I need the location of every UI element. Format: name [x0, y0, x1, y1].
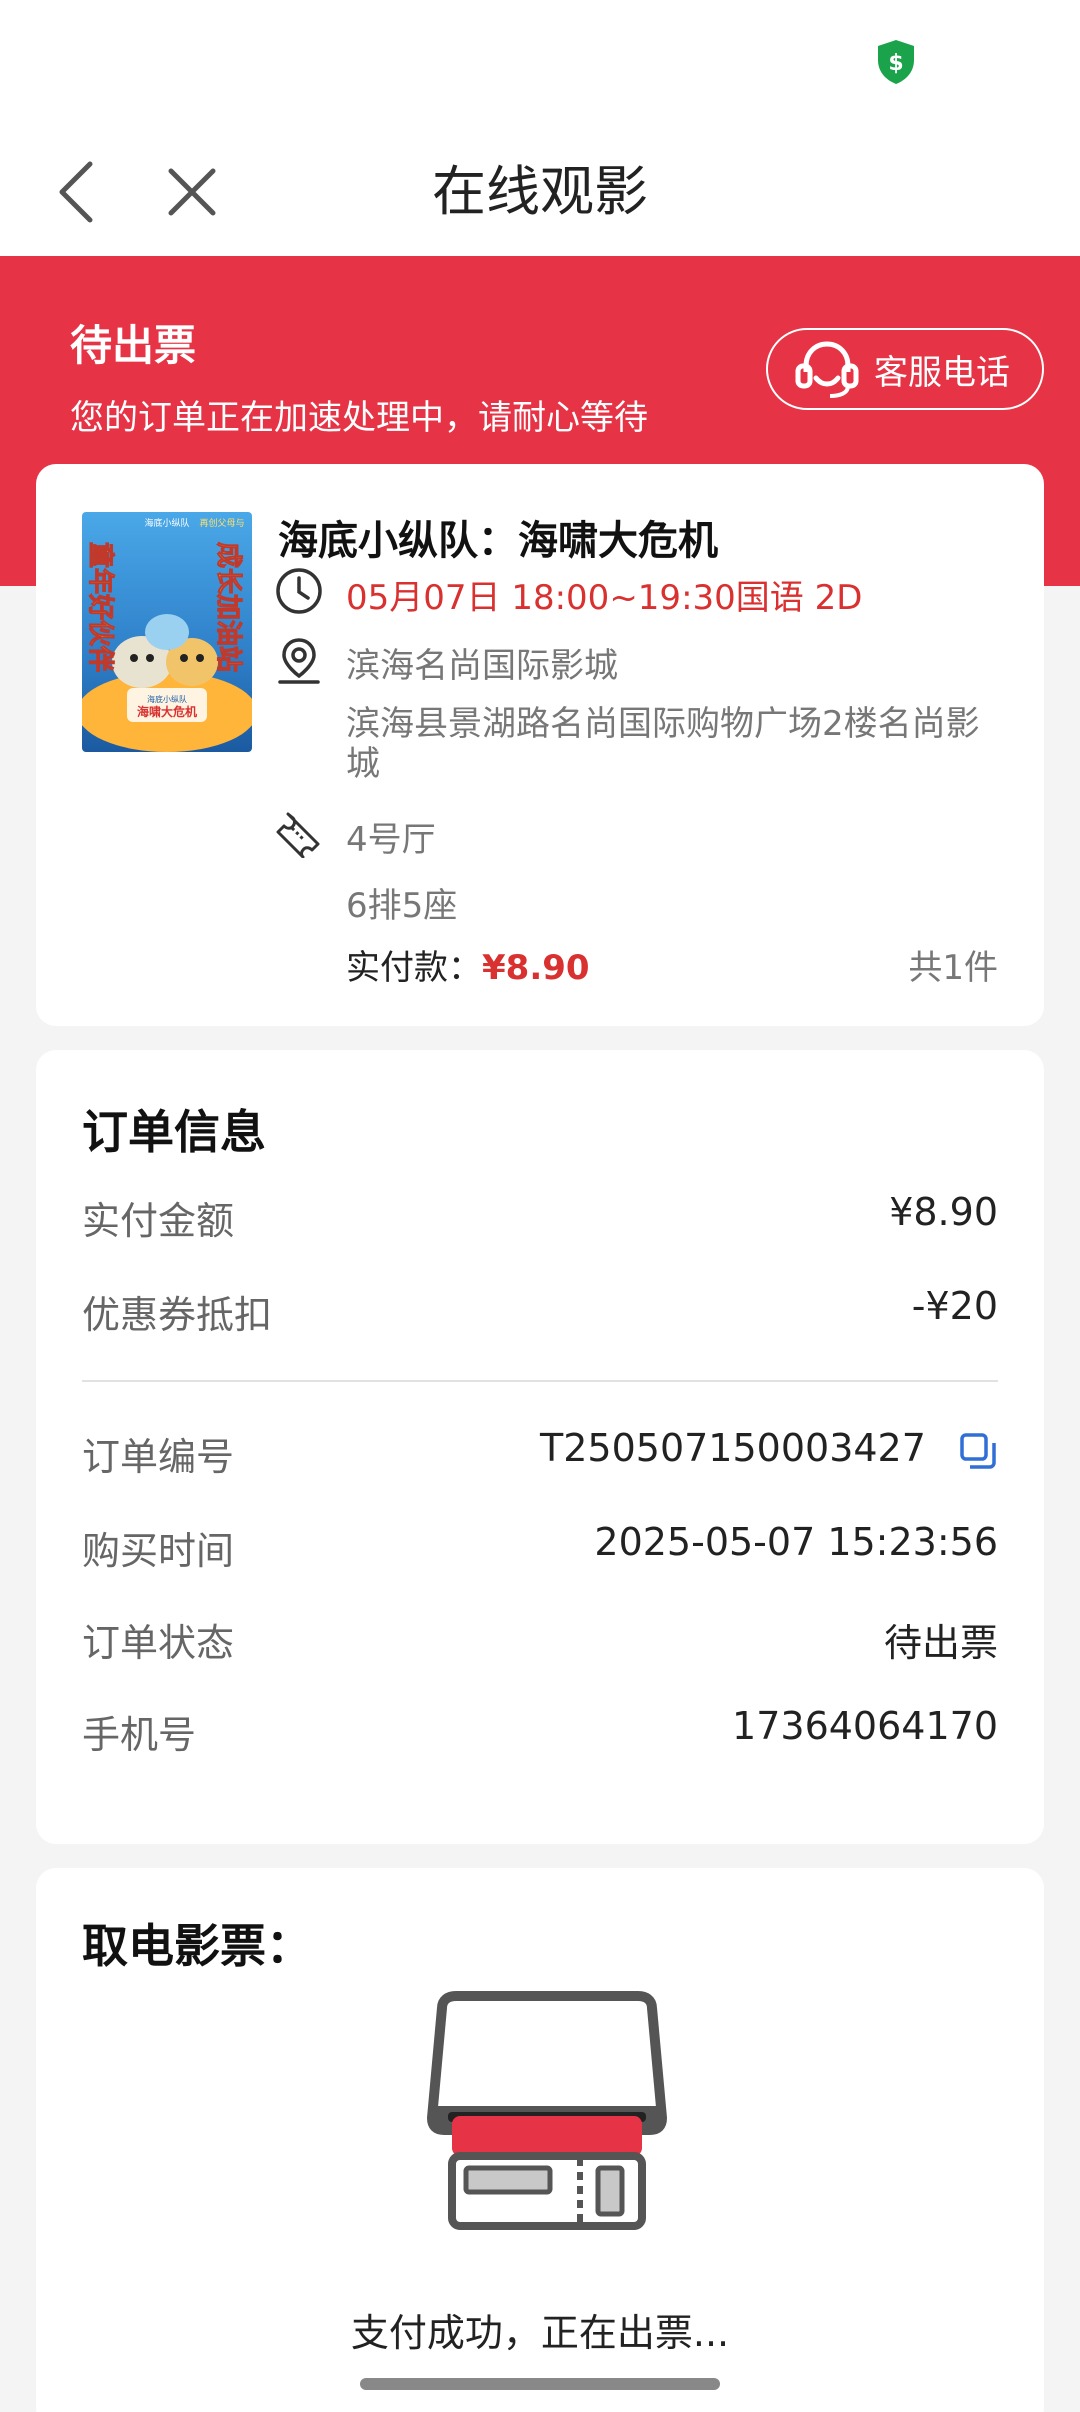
ticket-printer-icon [427, 1991, 667, 2230]
item-count: 共1件 [908, 948, 998, 988]
seat: 6排5座 [346, 886, 458, 926]
title-bar: 在线观影 [0, 128, 1080, 256]
order-status-message: 您的订单正在加速处理中，请耐心等待 [70, 398, 648, 438]
showtime: 05月07日 18:00~19:30国语 2D [346, 578, 863, 618]
customer-service-button[interactable]: 客服电话 [766, 328, 1044, 410]
purchase-time-value: 2025-05-07 15:23:56 [594, 1520, 998, 1564]
paid-amount: ¥8.90 [482, 948, 590, 988]
order-info-card: 订单信息 实付金额 ¥8.90 优惠券抵扣 -¥20 订单编号 T2505071… [36, 1050, 1044, 1844]
movie-card: 海底小纵队 再创父母与 成长加油站 童年好伙伴 海底小纵队 海啸大危机 海底小纵… [36, 464, 1044, 1026]
print-status-text: 支付成功，正在出票... [350, 2311, 730, 2355]
ticket-icon [276, 812, 320, 858]
shield-dollar-icon: $ [878, 40, 914, 84]
purchase-time-label: 购买时间 [82, 1529, 235, 1573]
phone-label: 手机号 [82, 1713, 197, 1757]
poster-title: 海啸大危机 [137, 704, 197, 719]
movie-title: 海底小纵队：海啸大危机 [278, 518, 718, 564]
phone-value: 17364064170 [732, 1704, 998, 1748]
poster-top-line-2: 再创父母与 [199, 517, 244, 529]
poster-top-line-1: 海底小纵队 [144, 517, 189, 529]
svg-text:$: $ [888, 51, 903, 76]
clock-icon [276, 568, 322, 614]
cinema-address: 滨海县景湖路名尚国际购物广场2楼名尚影城 [346, 704, 980, 784]
location-pin-icon [278, 638, 320, 684]
coupon-label: 优惠券抵扣 [82, 1293, 273, 1337]
headset-icon [795, 341, 859, 398]
home-indicator[interactable] [360, 2378, 720, 2390]
ticket-pickup-title: 取电影票： [82, 1919, 312, 1973]
paid-row: 实付款：¥8.90 [346, 940, 590, 989]
movie-poster: 海底小纵队 再创父母与 成长加油站 童年好伙伴 海底小纵队 海啸大危机 [82, 512, 252, 752]
ticket-pickup-card: 取电影票： 支付成功，正在出票... [36, 1868, 1044, 2412]
paid-amount-value: ¥8.90 [889, 1190, 998, 1234]
copy-icon[interactable] [958, 1431, 998, 1471]
hall: 4号厅 [346, 820, 436, 860]
poster-slogan-left: 童年好伙伴 [85, 542, 116, 672]
order-status-value: 待出票 [883, 1621, 998, 1665]
paid-amount-label: 实付金额 [82, 1199, 235, 1243]
poster-slogan-right: 成长加油站 [213, 542, 243, 672]
status-bar: $ [0, 0, 1080, 128]
paid-label: 实付款： [346, 948, 482, 988]
customer-service-label: 客服电话 [874, 352, 1010, 393]
coupon-value: -¥20 [911, 1284, 998, 1328]
page-title: 在线观影 [432, 160, 648, 223]
cinema-name: 滨海名尚国际影城 [346, 646, 618, 686]
order-status-heading: 待出票 [70, 321, 197, 370]
order-info-title: 订单信息 [82, 1105, 266, 1159]
poster-brand: 海底小纵队 [147, 694, 187, 704]
order-number-label: 订单编号 [82, 1435, 235, 1479]
order-status-label: 订单状态 [82, 1621, 235, 1665]
order-number-row: T250507150003427 [540, 1426, 998, 1471]
order-number-value: T250507150003427 [540, 1426, 926, 1470]
divider [82, 1380, 998, 1382]
